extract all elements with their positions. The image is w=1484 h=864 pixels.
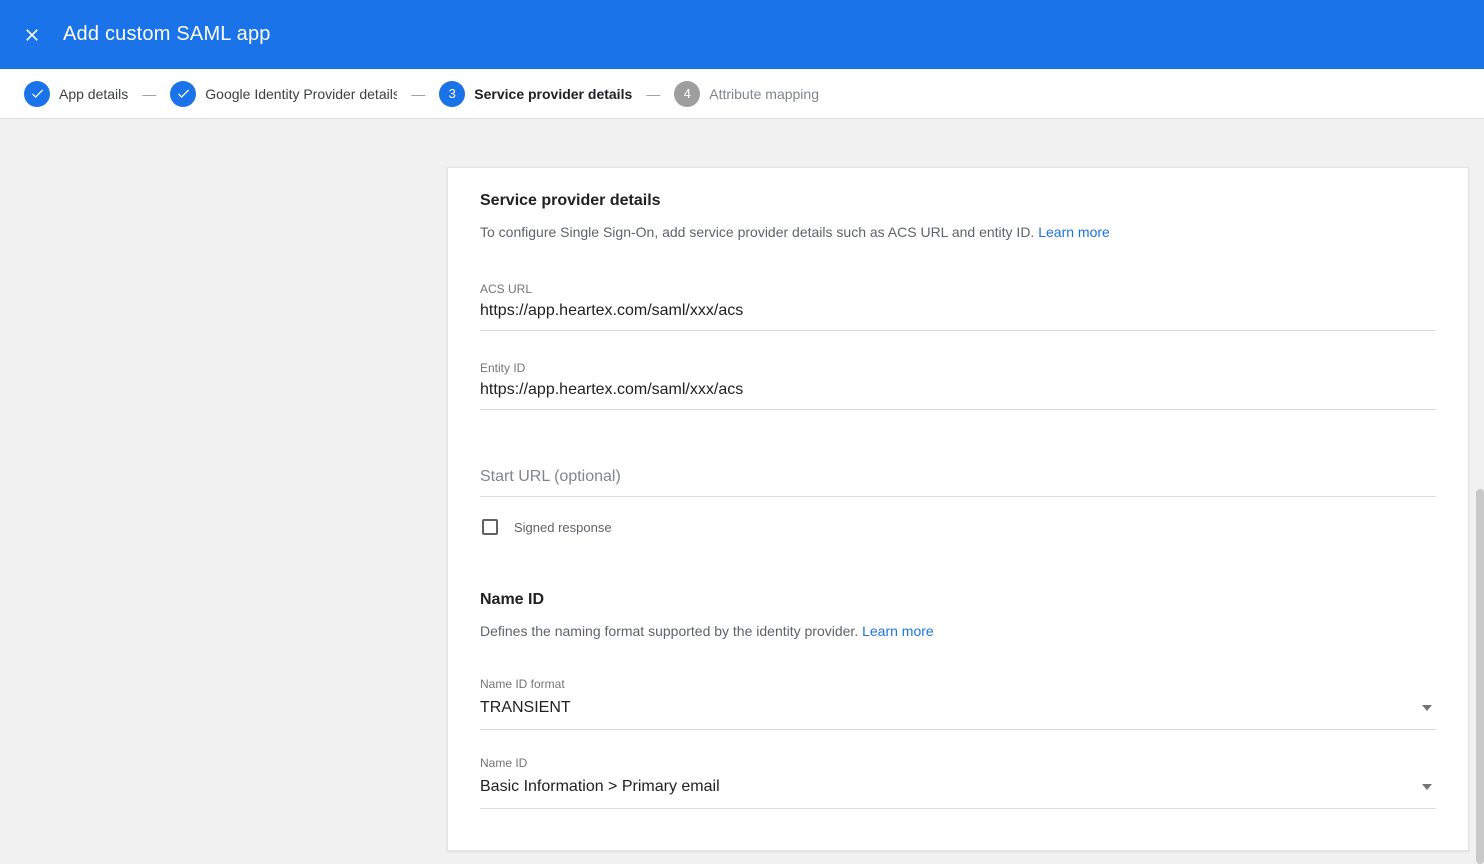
signed-response-checkbox[interactable] bbox=[482, 519, 498, 535]
entity-id-field: Entity ID bbox=[480, 361, 1436, 410]
card-description: To configure Single Sign-On, add service… bbox=[480, 222, 1436, 242]
signed-response-label: Signed response bbox=[514, 520, 612, 535]
step-separator: — bbox=[646, 86, 660, 102]
name-id-label: Name ID bbox=[480, 756, 1436, 770]
step-attribute-mapping-label: Attribute mapping bbox=[709, 86, 819, 102]
card-description-text: To configure Single Sign-On, add service… bbox=[480, 224, 1034, 240]
step-separator: — bbox=[142, 86, 156, 102]
service-provider-details-card: Service provider details To configure Si… bbox=[447, 167, 1469, 851]
name-id-description-text: Defines the naming format supported by t… bbox=[480, 623, 858, 639]
name-id-format-label: Name ID format bbox=[480, 677, 1436, 691]
card-title: Service provider details bbox=[480, 192, 1436, 210]
step-app-details[interactable]: App details bbox=[24, 81, 128, 107]
step-number-icon: 4 bbox=[674, 81, 700, 107]
name-id-format-field: Name ID format TRANSIENT bbox=[480, 677, 1436, 730]
step-number: 3 bbox=[449, 86, 456, 101]
acs-url-label: ACS URL bbox=[480, 282, 1436, 296]
name-id-section-description: Defines the naming format supported by t… bbox=[480, 621, 1436, 641]
dropdown-arrow-icon bbox=[1422, 784, 1432, 790]
step-complete-check-icon bbox=[170, 81, 196, 107]
name-id-field: Name ID Basic Information > Primary emai… bbox=[480, 756, 1436, 809]
dropdown-arrow-icon bbox=[1422, 705, 1432, 711]
learn-more-link[interactable]: Learn more bbox=[862, 623, 934, 639]
name-id-format-select[interactable]: TRANSIENT bbox=[480, 691, 1436, 730]
step-complete-check-icon bbox=[24, 81, 50, 107]
close-icon-glyph bbox=[22, 25, 42, 45]
acs-url-input[interactable] bbox=[480, 296, 1436, 331]
dialog-title: Add custom SAML app bbox=[63, 23, 271, 46]
content-area: Service provider details To configure Si… bbox=[0, 120, 1484, 864]
start-url-input[interactable] bbox=[480, 462, 1436, 497]
start-url-field bbox=[480, 462, 1436, 497]
name-id-format-value: TRANSIENT bbox=[480, 699, 571, 717]
step-attribute-mapping[interactable]: 4 Attribute mapping bbox=[674, 81, 819, 107]
step-app-details-label: App details bbox=[59, 86, 128, 102]
step-separator: — bbox=[411, 86, 425, 102]
step-service-provider-details[interactable]: 3 Service provider details bbox=[439, 81, 632, 107]
entity-id-label: Entity ID bbox=[480, 361, 1436, 375]
entity-id-input[interactable] bbox=[480, 375, 1436, 410]
step-number-icon: 3 bbox=[439, 81, 465, 107]
name-id-section-title: Name ID bbox=[480, 591, 1436, 609]
step-service-provider-details-label: Service provider details bbox=[474, 86, 632, 102]
dialog-header: Add custom SAML app bbox=[0, 0, 1484, 69]
step-google-idp-details[interactable]: Google Identity Provider details bbox=[170, 81, 397, 107]
close-icon[interactable] bbox=[20, 23, 44, 47]
stepper: App details — Google Identity Provider d… bbox=[0, 69, 1484, 119]
learn-more-link[interactable]: Learn more bbox=[1038, 224, 1110, 240]
name-id-value: Basic Information > Primary email bbox=[480, 778, 720, 796]
name-id-select[interactable]: Basic Information > Primary email bbox=[480, 770, 1436, 809]
acs-url-field: ACS URL bbox=[480, 282, 1436, 331]
signed-response-row: Signed response bbox=[480, 519, 1436, 535]
step-number: 4 bbox=[684, 86, 691, 101]
scrollbar-thumb[interactable] bbox=[1476, 489, 1484, 864]
step-google-idp-details-label: Google Identity Provider details bbox=[205, 86, 397, 102]
